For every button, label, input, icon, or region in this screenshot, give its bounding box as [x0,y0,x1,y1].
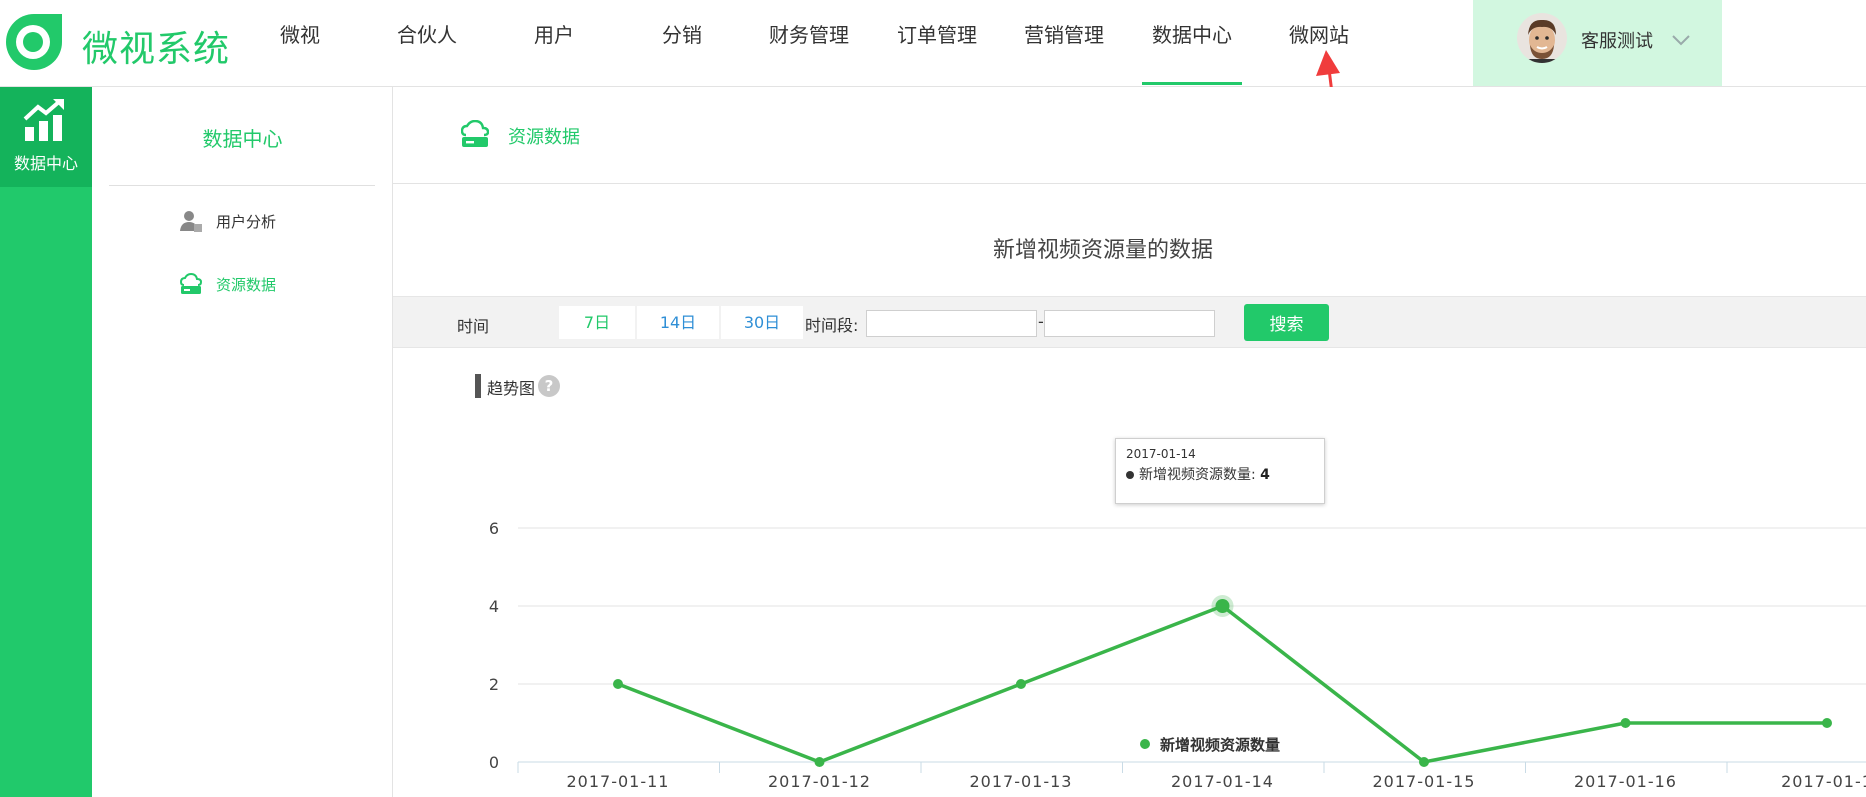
sidebar-item-user-analysis[interactable]: 用户分析 [180,206,380,236]
nav-item-orders[interactable]: 订单管理 [887,0,987,87]
cloud-server-icon [180,273,202,294]
data-point [1215,599,1230,613]
x-tick-label: 2017-01-12 [768,772,871,791]
legend-label: 新增视频资源数量 [1160,736,1281,754]
data-point [1419,757,1429,767]
logo-text: 微视系统 [82,29,231,70]
tooltip-dot [1126,471,1134,479]
sidebar-title: 数据中心 [202,127,283,151]
left-rail: 数据中心 [0,87,102,797]
data-point [1620,718,1631,728]
sidebar-item-label: 资源数据 [216,276,277,294]
sidebar-item-label: 用户分析 [216,213,277,231]
data-point [814,757,825,767]
app-root: 微视系统 微视 合伙人 用户 分销 财务管理 订单管理 营销管理 数据中心 微网… [0,0,1866,797]
eye-logo-icon [6,14,62,70]
nav-item-users[interactable]: 用户 [504,0,604,87]
data-point [1822,718,1832,728]
x-tick-label: 2017-01-11 [567,772,670,791]
tooltip-date: 2017-01-14 [1126,447,1196,461]
nav-item-finance[interactable]: 财务管理 [759,0,859,87]
nav-item-data-center[interactable]: 数据中心 [1142,0,1242,87]
chart-legend[interactable]: 新增视频资源数量 [1140,733,1400,755]
y-tick-label: 2 [489,675,499,694]
x-tick-label: 2017-01-14 [1171,772,1274,791]
chevron-down-icon[interactable] [1671,33,1691,47]
sidebar-divider [109,185,375,186]
rail-item-data-center[interactable]: 数据中心 [0,87,102,187]
main-content: 资源数据 新增视频资源量的数据 时间 7日 14日 30日 时间段: - 搜索 … [393,87,1866,797]
user-icon [180,211,202,232]
y-tick-label: 0 [489,753,499,772]
y-tick-label: 4 [489,597,499,616]
tooltip-value: 4 [1260,467,1270,483]
logo[interactable]: 微视系统 [0,8,240,78]
rail-label: 数据中心 [13,154,78,173]
chart-tooltip: 2017-01-14 新增视频资源数量: 4 [1115,438,1325,504]
trend-chart-icon [23,99,64,141]
user-menu[interactable]: 客服测试 [1473,0,1722,86]
sub-sidebar: 数据中心 用户分析 资源数据 [92,87,393,797]
avatar[interactable] [1517,13,1567,63]
avatar-image-icon [1517,13,1567,63]
nav-item-weishi[interactable]: 微视 [250,0,350,87]
top-bar: 微视系统 微视 合伙人 用户 分销 财务管理 订单管理 营销管理 数据中心 微网… [0,0,1866,87]
y-tick-label: 6 [489,519,499,538]
user-name: 客服测试 [1581,31,1653,52]
x-tick-label: 2017-01-1 [1781,772,1866,791]
data-point [613,679,623,689]
legend-dot [1140,739,1150,749]
nav-item-partner[interactable]: 合伙人 [377,0,477,87]
x-tick-label: 2017-01-15 [1373,772,1476,791]
nav-item-distribution[interactable]: 分销 [632,0,732,87]
x-tick-label: 2017-01-16 [1574,772,1677,791]
tooltip-series: 新增视频资源数量: [1139,467,1261,483]
sidebar-item-resource-data[interactable]: 资源数据 [180,269,380,299]
nav-item-marketing[interactable]: 营销管理 [1014,0,1114,87]
data-point [1016,679,1026,689]
x-tick-label: 2017-01-13 [970,772,1073,791]
tooltip-row: 新增视频资源数量: 4 [1126,464,1314,484]
